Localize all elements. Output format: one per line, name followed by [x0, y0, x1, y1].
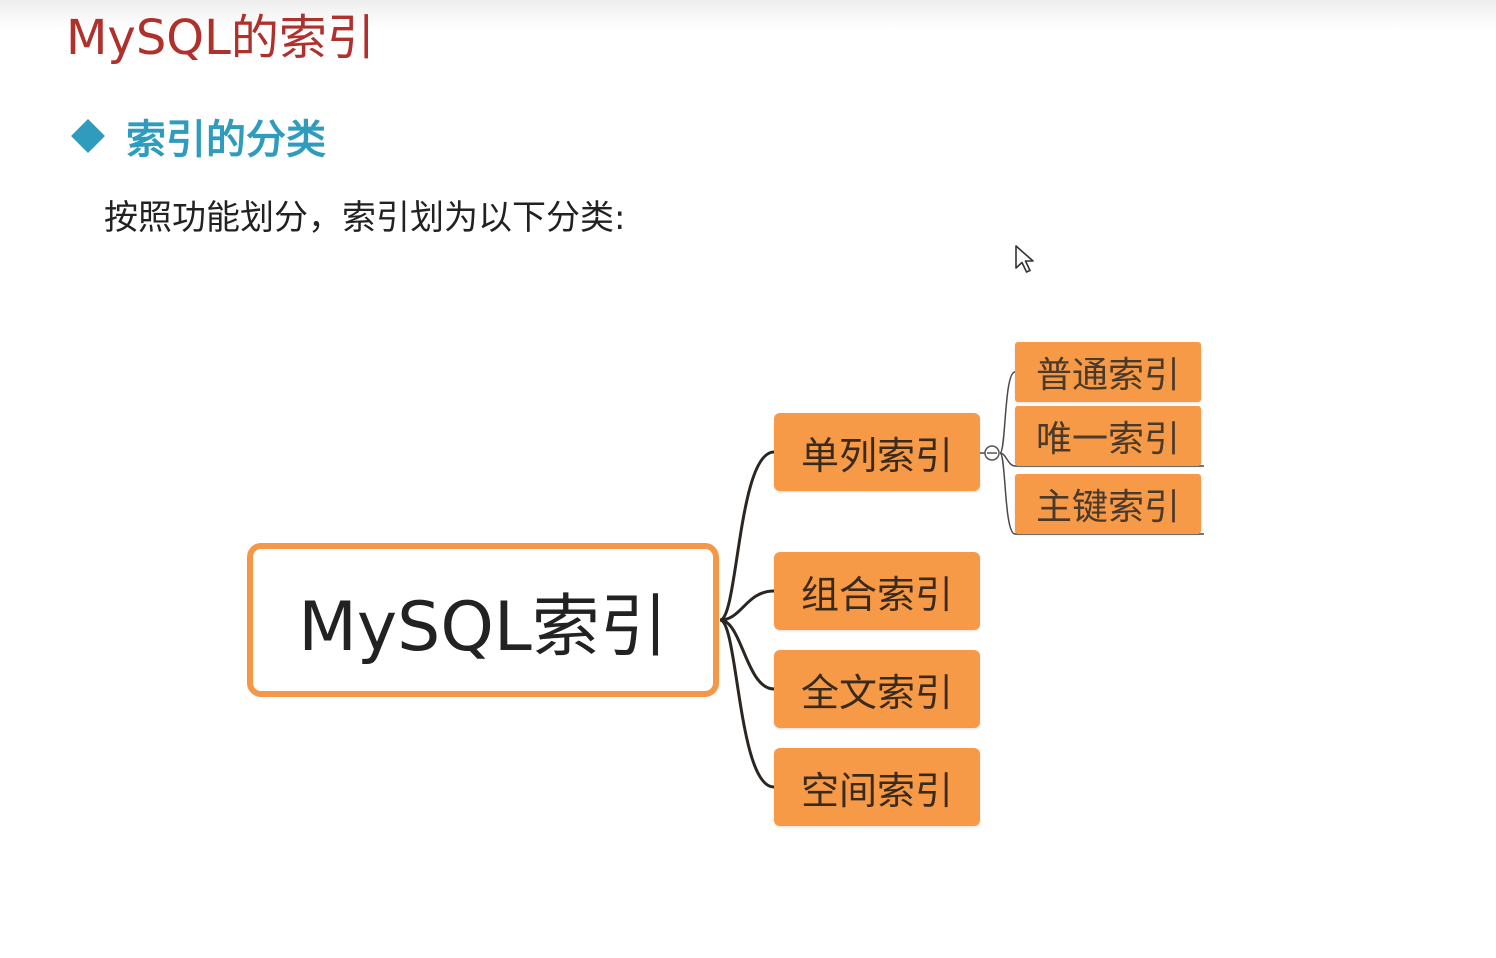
- node-composite-index: 组合索引: [774, 552, 980, 630]
- mindmap-root-node: MySQL索引: [247, 543, 719, 697]
- node-fulltext-index: 全文索引: [774, 650, 980, 728]
- node-spatial-index: 空间索引: [774, 748, 980, 826]
- connector-sub1: [999, 371, 1016, 454]
- node-normal-index: 普通索引: [1015, 342, 1201, 402]
- connector-root-branch1: [719, 450, 775, 622]
- node-unique-index: 唯一索引: [1015, 406, 1201, 466]
- node-single-column-index: 单列索引: [774, 413, 980, 491]
- mindmap-connectors: [719, 371, 1204, 789]
- connector-root-branch4: [719, 618, 775, 789]
- node-primary-key-index: 主键索引: [1015, 474, 1201, 534]
